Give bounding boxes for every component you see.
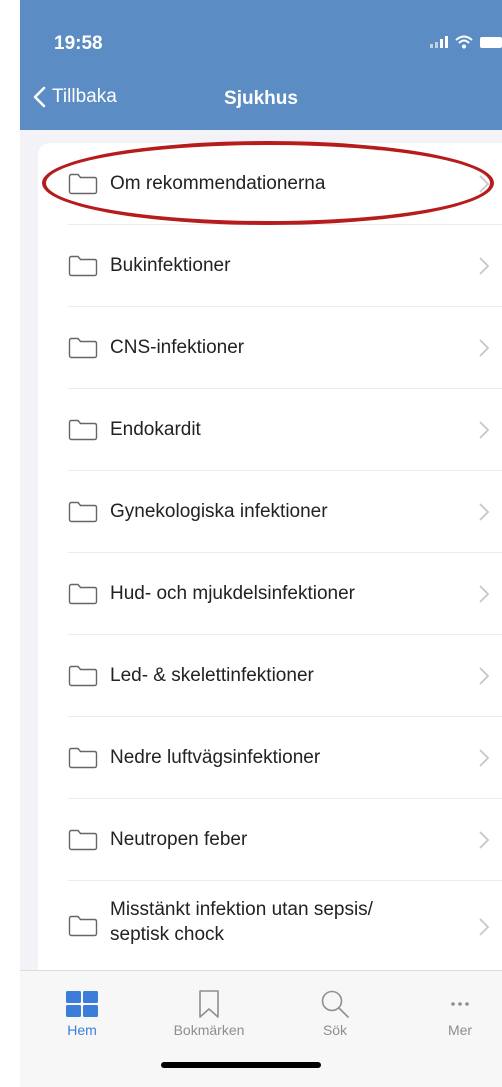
navigation-header: 19:58 Tillbaka Sjukhus (20, 0, 502, 130)
list-item-label: Hud- och mjukdelsinfektioner (110, 583, 356, 604)
status-icons (430, 34, 502, 50)
list-item-gynekologiska-infektioner[interactable]: Gynekologiska infektioner (38, 471, 502, 553)
tab-bar: Hem Bokmärken Sök Mer (20, 970, 502, 1087)
list-item-label: Gynekologiska infektioner (110, 501, 328, 522)
chevron-right-icon (479, 585, 490, 603)
tab-bokmarken[interactable]: Bokmärken (169, 989, 249, 1038)
page-title: Sjukhus (224, 88, 298, 109)
list-item-nedre-luftvagsinfektioner[interactable]: Nedre luftvägsinfektioner (38, 717, 502, 799)
chevron-right-icon (479, 667, 490, 685)
tab-label: Hem (67, 1022, 97, 1038)
list-item-endokardit[interactable]: Endokardit (38, 389, 502, 471)
list-item-label: Nedre luftvägsinfektioner (110, 747, 321, 768)
list-item-misstankt-infektion[interactable]: Misstänkt infektion utan sepsis/ septisk… (38, 881, 502, 971)
folder-icon (68, 915, 98, 937)
folder-icon (68, 829, 98, 851)
chevron-right-icon (479, 339, 490, 357)
folder-icon (68, 419, 98, 441)
signal-icon (430, 36, 448, 48)
chevron-right-icon (479, 749, 490, 767)
status-time: 19:58 (54, 33, 103, 54)
battery-icon (480, 36, 502, 48)
bookmark-icon (199, 990, 219, 1018)
folder-icon (68, 501, 98, 523)
list-item-hud-och-mjukdelsinfektioner[interactable]: Hud- och mjukdelsinfektioner (38, 553, 502, 635)
category-list: Om rekommendationerna Bukinfektioner CNS… (38, 143, 502, 971)
tab-label: Sök (322, 1022, 348, 1038)
list-item-label: Om rekommendationerna (110, 173, 326, 194)
app-screen: 19:58 Tillbaka Sjukhus Om rekommendation… (20, 0, 502, 1087)
list-item-label: Bukinfektioner (110, 255, 231, 276)
grid-icon (66, 991, 98, 1017)
list-item-label: Misstänkt infektion utan sepsis/ septisk… (110, 899, 373, 945)
list-item-om-rekommendationerna[interactable]: Om rekommendationerna (38, 143, 502, 225)
chevron-right-icon (479, 918, 490, 936)
folder-icon (68, 173, 98, 195)
tab-hem[interactable]: Hem (42, 989, 122, 1038)
folder-icon (68, 583, 98, 605)
more-icon (451, 1002, 469, 1006)
list-item-label: CNS-infektioner (110, 337, 245, 358)
list-item-label: Neutropen feber (110, 829, 248, 850)
chevron-right-icon (479, 831, 490, 849)
folder-icon (68, 747, 98, 769)
list-item-label: Led- & skelettinfektioner (110, 665, 314, 686)
chevron-right-icon (479, 421, 490, 439)
chevron-right-icon (479, 257, 490, 275)
chevron-right-icon (479, 175, 490, 193)
tab-sok[interactable]: Sök (295, 989, 375, 1038)
folder-icon (68, 337, 98, 359)
list-item-led-skelettinfektioner[interactable]: Led- & skelettinfektioner (38, 635, 502, 717)
search-icon (321, 990, 349, 1018)
tab-mer[interactable]: Mer (420, 989, 500, 1038)
home-indicator (161, 1062, 321, 1068)
list-item-bukinfektioner[interactable]: Bukinfektioner (38, 225, 502, 307)
folder-icon (68, 665, 98, 687)
chevron-right-icon (479, 503, 490, 521)
folder-icon (68, 255, 98, 277)
list-item-label: Endokardit (110, 419, 201, 440)
tab-label: Mer (447, 1022, 473, 1038)
tab-label: Bokmärken (173, 1022, 245, 1038)
list-item-cns-infektioner[interactable]: CNS-infektioner (38, 307, 502, 389)
list-item-neutropen-feber[interactable]: Neutropen feber (38, 799, 502, 881)
wifi-icon (455, 35, 473, 49)
